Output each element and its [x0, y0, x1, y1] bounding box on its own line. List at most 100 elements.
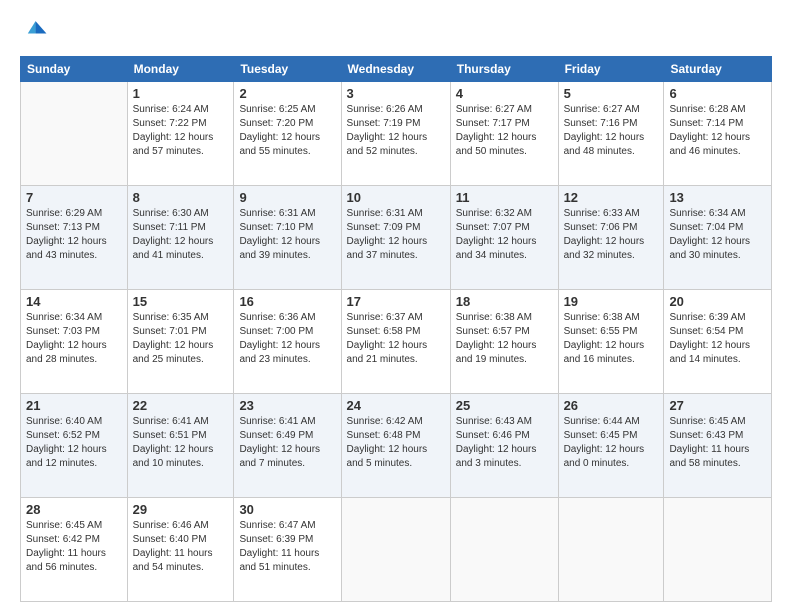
day-info: Sunrise: 6:44 AM Sunset: 6:45 PM Dayligh…	[564, 415, 659, 471]
day-number: 13	[669, 190, 766, 205]
calendar-cell: 15 Sunrise: 6:35 AM Sunset: 7:01 PM Dayli…	[127, 290, 234, 394]
day-number: 29	[133, 502, 229, 517]
day-number: 22	[133, 398, 229, 413]
day-info: Sunrise: 6:39 AM Sunset: 6:54 PM Dayligh…	[669, 311, 766, 367]
header	[20, 18, 772, 46]
day-number: 7	[26, 190, 122, 205]
day-info: Sunrise: 6:46 AM Sunset: 6:40 PM Dayligh…	[133, 519, 229, 575]
calendar-cell	[664, 498, 772, 602]
day-number: 23	[239, 398, 335, 413]
weekday-monday: Monday	[127, 57, 234, 82]
day-number: 2	[239, 86, 335, 101]
day-number: 8	[133, 190, 229, 205]
calendar-cell: 25 Sunrise: 6:43 AM Sunset: 6:46 PM Dayli…	[450, 394, 558, 498]
day-number: 9	[239, 190, 335, 205]
calendar-cell: 2 Sunrise: 6:25 AM Sunset: 7:20 PM Daylig…	[234, 82, 341, 186]
weekday-header-row: SundayMondayTuesdayWednesdayThursdayFrid…	[21, 57, 772, 82]
day-info: Sunrise: 6:35 AM Sunset: 7:01 PM Dayligh…	[133, 311, 229, 367]
day-number: 19	[564, 294, 659, 309]
calendar-cell: 7 Sunrise: 6:29 AM Sunset: 7:13 PM Daylig…	[21, 186, 128, 290]
calendar-cell: 8 Sunrise: 6:30 AM Sunset: 7:11 PM Daylig…	[127, 186, 234, 290]
logo	[20, 18, 52, 46]
calendar-cell: 17 Sunrise: 6:37 AM Sunset: 6:58 PM Dayli…	[341, 290, 450, 394]
calendar-cell: 4 Sunrise: 6:27 AM Sunset: 7:17 PM Daylig…	[450, 82, 558, 186]
day-number: 17	[347, 294, 445, 309]
calendar-cell: 9 Sunrise: 6:31 AM Sunset: 7:10 PM Daylig…	[234, 186, 341, 290]
day-number: 6	[669, 86, 766, 101]
day-info: Sunrise: 6:31 AM Sunset: 7:09 PM Dayligh…	[347, 207, 445, 263]
day-info: Sunrise: 6:27 AM Sunset: 7:16 PM Dayligh…	[564, 103, 659, 159]
day-number: 11	[456, 190, 553, 205]
day-info: Sunrise: 6:36 AM Sunset: 7:00 PM Dayligh…	[239, 311, 335, 367]
weekday-tuesday: Tuesday	[234, 57, 341, 82]
day-number: 21	[26, 398, 122, 413]
calendar-week-5: 28Sunrise: 6:45 AM Sunset: 6:42 PM Dayli…	[21, 498, 772, 602]
day-number: 25	[456, 398, 553, 413]
day-info: Sunrise: 6:25 AM Sunset: 7:20 PM Dayligh…	[239, 103, 335, 159]
calendar-cell: 27 Sunrise: 6:45 AM Sunset: 6:43 PM Dayli…	[664, 394, 772, 498]
calendar-cell	[21, 82, 128, 186]
day-number: 26	[564, 398, 659, 413]
calendar-cell: 11 Sunrise: 6:32 AM Sunset: 7:07 PM Dayli…	[450, 186, 558, 290]
day-info: Sunrise: 6:30 AM Sunset: 7:11 PM Dayligh…	[133, 207, 229, 263]
day-info: Sunrise: 6:28 AM Sunset: 7:14 PM Dayligh…	[669, 103, 766, 159]
calendar-cell: 13 Sunrise: 6:34 AM Sunset: 7:04 PM Dayli…	[664, 186, 772, 290]
calendar-cell	[450, 498, 558, 602]
day-info: Sunrise: 6:33 AM Sunset: 7:06 PM Dayligh…	[564, 207, 659, 263]
day-info: Sunrise: 6:34 AM Sunset: 7:04 PM Dayligh…	[669, 207, 766, 263]
day-number: 3	[347, 86, 445, 101]
weekday-sunday: Sunday	[21, 57, 128, 82]
day-number: 1	[133, 86, 229, 101]
calendar-cell: 18Sunrise: 6:38 AM Sunset: 6:57 PM Dayli…	[450, 290, 558, 394]
calendar-cell: 26 Sunrise: 6:44 AM Sunset: 6:45 PM Dayli…	[558, 394, 664, 498]
day-info: Sunrise: 6:34 AM Sunset: 7:03 PM Dayligh…	[26, 311, 122, 367]
calendar-cell: 5 Sunrise: 6:27 AM Sunset: 7:16 PM Daylig…	[558, 82, 664, 186]
weekday-thursday: Thursday	[450, 57, 558, 82]
day-info: Sunrise: 6:37 AM Sunset: 6:58 PM Dayligh…	[347, 311, 445, 367]
weekday-wednesday: Wednesday	[341, 57, 450, 82]
logo-icon	[20, 18, 48, 46]
day-info: Sunrise: 6:41 AM Sunset: 6:49 PM Dayligh…	[239, 415, 335, 471]
calendar-cell: 10 Sunrise: 6:31 AM Sunset: 7:09 PM Dayli…	[341, 186, 450, 290]
day-number: 5	[564, 86, 659, 101]
day-number: 16	[239, 294, 335, 309]
calendar-cell: 14 Sunrise: 6:34 AM Sunset: 7:03 PM Dayli…	[21, 290, 128, 394]
day-number: 14	[26, 294, 122, 309]
calendar-cell: 23 Sunrise: 6:41 AM Sunset: 6:49 PM Dayli…	[234, 394, 341, 498]
calendar-cell: 29 Sunrise: 6:46 AM Sunset: 6:40 PM Dayli…	[127, 498, 234, 602]
calendar-week-3: 14 Sunrise: 6:34 AM Sunset: 7:03 PM Dayli…	[21, 290, 772, 394]
day-info: Sunrise: 6:27 AM Sunset: 7:17 PM Dayligh…	[456, 103, 553, 159]
calendar-cell: 16 Sunrise: 6:36 AM Sunset: 7:00 PM Dayli…	[234, 290, 341, 394]
calendar-week-2: 7 Sunrise: 6:29 AM Sunset: 7:13 PM Daylig…	[21, 186, 772, 290]
day-number: 4	[456, 86, 553, 101]
day-info: Sunrise: 6:45 AM Sunset: 6:43 PM Dayligh…	[669, 415, 766, 471]
calendar-cell: 28Sunrise: 6:45 AM Sunset: 6:42 PM Dayli…	[21, 498, 128, 602]
calendar-week-4: 21 Sunrise: 6:40 AM Sunset: 6:52 PM Dayli…	[21, 394, 772, 498]
calendar-cell: 24 Sunrise: 6:42 AM Sunset: 6:48 PM Dayli…	[341, 394, 450, 498]
day-info: Sunrise: 6:38 AM Sunset: 6:55 PM Dayligh…	[564, 311, 659, 367]
day-info: Sunrise: 6:26 AM Sunset: 7:19 PM Dayligh…	[347, 103, 445, 159]
calendar-cell: 30Sunrise: 6:47 AM Sunset: 6:39 PM Dayli…	[234, 498, 341, 602]
day-info: Sunrise: 6:45 AM Sunset: 6:42 PM Dayligh…	[26, 519, 122, 575]
day-number: 18	[456, 294, 553, 309]
day-info: Sunrise: 6:29 AM Sunset: 7:13 PM Dayligh…	[26, 207, 122, 263]
day-number: 15	[133, 294, 229, 309]
day-number: 27	[669, 398, 766, 413]
day-info: Sunrise: 6:31 AM Sunset: 7:10 PM Dayligh…	[239, 207, 335, 263]
calendar-cell: 3 Sunrise: 6:26 AM Sunset: 7:19 PM Daylig…	[341, 82, 450, 186]
calendar-cell	[341, 498, 450, 602]
day-number: 10	[347, 190, 445, 205]
day-info: Sunrise: 6:32 AM Sunset: 7:07 PM Dayligh…	[456, 207, 553, 263]
day-number: 12	[564, 190, 659, 205]
weekday-saturday: Saturday	[664, 57, 772, 82]
day-number: 20	[669, 294, 766, 309]
calendar: SundayMondayTuesdayWednesdayThursdayFrid…	[20, 56, 772, 602]
day-info: Sunrise: 6:47 AM Sunset: 6:39 PM Dayligh…	[239, 519, 335, 575]
calendar-cell	[558, 498, 664, 602]
day-info: Sunrise: 6:43 AM Sunset: 6:46 PM Dayligh…	[456, 415, 553, 471]
weekday-friday: Friday	[558, 57, 664, 82]
day-info: Sunrise: 6:40 AM Sunset: 6:52 PM Dayligh…	[26, 415, 122, 471]
calendar-cell: 12 Sunrise: 6:33 AM Sunset: 7:06 PM Dayli…	[558, 186, 664, 290]
day-number: 24	[347, 398, 445, 413]
day-info: Sunrise: 6:42 AM Sunset: 6:48 PM Dayligh…	[347, 415, 445, 471]
